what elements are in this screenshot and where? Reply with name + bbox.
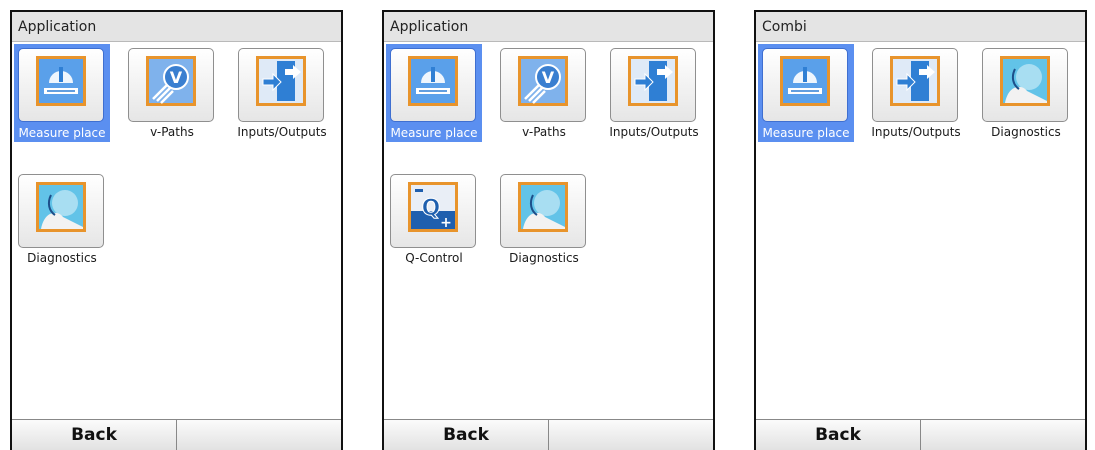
diagnostics-icon xyxy=(1000,56,1050,106)
tile-label: Inputs/Outputs xyxy=(871,125,961,139)
v-paths-icon: V xyxy=(146,56,196,106)
tile-label: Diagnostics xyxy=(991,125,1061,139)
tile-measure-place[interactable]: Measure place xyxy=(386,44,482,142)
tile-measure-place[interactable]: Measure place xyxy=(758,44,854,142)
tile-v-paths[interactable]: V v-Paths xyxy=(496,44,592,142)
back-button[interactable]: Back xyxy=(756,420,921,450)
back-button[interactable]: Back xyxy=(12,420,177,450)
tile-diagnostics[interactable]: Diagnostics xyxy=(14,170,110,268)
svg-text:Q: Q xyxy=(422,196,441,221)
application-screen-1: Application Measure place V v-Paths Inpu… xyxy=(10,10,343,450)
screen-title: Application xyxy=(18,19,97,35)
tile-inputs-outputs[interactable]: Inputs/Outputs xyxy=(868,44,964,142)
tile-measure-place[interactable]: Measure place xyxy=(14,44,110,142)
inputs-outputs-icon xyxy=(256,56,306,106)
inputs-outputs-icon xyxy=(890,56,940,106)
tile-label: Q-Control xyxy=(405,251,463,265)
diagnostics-icon xyxy=(36,182,86,232)
combi-screen: Combi Measure place Inputs/Outputs Diagn… xyxy=(754,10,1087,450)
softkey-right[interactable] xyxy=(177,420,341,450)
measure-place-icon xyxy=(780,56,830,106)
tile-label: v-Paths xyxy=(150,125,194,139)
measure-place-icon xyxy=(36,56,86,106)
diagnostics-icon xyxy=(518,182,568,232)
v-paths-icon: V xyxy=(518,56,568,106)
tile-label: Diagnostics xyxy=(27,251,97,265)
tile-label: Measure place xyxy=(762,126,850,140)
tile-label: Inputs/Outputs xyxy=(609,125,699,139)
softkey-bar: Back xyxy=(756,419,1085,450)
q-control-icon: Q + xyxy=(408,182,458,232)
title-bar: Application xyxy=(12,12,341,42)
application-screen-2: Application Measure place V v-Paths Inpu… xyxy=(382,10,715,450)
screen-title: Application xyxy=(390,19,469,35)
title-bar: Combi xyxy=(756,12,1085,42)
tile-label: Diagnostics xyxy=(509,251,579,265)
tile-inputs-outputs[interactable]: Inputs/Outputs xyxy=(234,44,330,142)
softkey-right[interactable] xyxy=(549,420,713,450)
back-button[interactable]: Back xyxy=(384,420,549,450)
tile-label: v-Paths xyxy=(522,125,566,139)
tile-diagnostics[interactable]: Diagnostics xyxy=(496,170,592,268)
softkey-bar: Back xyxy=(384,419,713,450)
softkey-right[interactable] xyxy=(921,420,1085,450)
screen-title: Combi xyxy=(762,19,807,35)
tile-diagnostics[interactable]: Diagnostics xyxy=(978,44,1074,142)
svg-text:+: + xyxy=(440,215,452,231)
svg-text:V: V xyxy=(542,68,555,87)
tile-v-paths[interactable]: V v-Paths xyxy=(124,44,220,142)
title-bar: Application xyxy=(384,12,713,42)
svg-text:V: V xyxy=(170,68,183,87)
tile-inputs-outputs[interactable]: Inputs/Outputs xyxy=(606,44,702,142)
measure-place-icon xyxy=(408,56,458,106)
tile-q-control[interactable]: Q + Q-Control xyxy=(386,170,482,268)
tile-label: Inputs/Outputs xyxy=(237,125,327,139)
inputs-outputs-icon xyxy=(628,56,678,106)
tile-label: Measure place xyxy=(18,126,106,140)
tile-label: Measure place xyxy=(390,126,478,140)
softkey-bar: Back xyxy=(12,419,341,450)
